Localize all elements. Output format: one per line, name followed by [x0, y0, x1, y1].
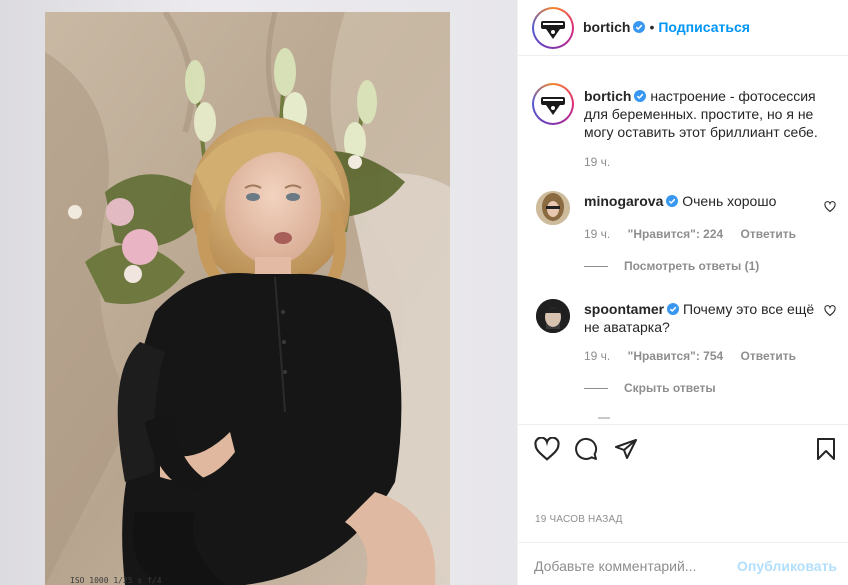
comment-text: Очень хорошо — [682, 193, 777, 209]
comment-input[interactable]: Добавьте комментарий... — [534, 558, 696, 574]
comment-like-heart-icon[interactable] — [824, 305, 836, 317]
header-user-line: bortich • Подписаться — [583, 19, 750, 35]
comment-likes[interactable]: "Нравится": 224 — [628, 227, 724, 241]
post-panel: bortich • Подписаться bortich настроение -… — [517, 0, 848, 585]
comment-likes[interactable]: "Нравится": 754 — [628, 349, 724, 363]
verified-badge-icon — [666, 195, 679, 207]
verified-badge-icon — [633, 21, 646, 33]
caption-meta: 19 ч. — [584, 155, 624, 169]
comment-icon[interactable] — [574, 437, 598, 461]
post-actions — [518, 424, 848, 476]
bookmark-icon[interactable] — [815, 437, 837, 461]
reply-button[interactable]: Ответить — [741, 349, 796, 363]
comment-time[interactable]: 19 ч. — [584, 349, 610, 363]
commenter-username[interactable]: minogarova — [584, 193, 663, 209]
avatar-photo — [536, 191, 570, 225]
comment-text-block: minogarova Очень хорошо — [584, 192, 824, 210]
commenter-avatar[interactable] — [536, 191, 570, 225]
commenter-username[interactable]: spoontamer — [584, 301, 664, 317]
commenter-avatar[interactable] — [536, 299, 570, 333]
comment-item: spoontamer Почему это все ещё не аватарк… — [532, 297, 836, 387]
reply-button[interactable]: Ответить — [741, 227, 796, 241]
add-comment-bar: Добавьте комментарий... Опубликовать — [518, 542, 848, 585]
author-username[interactable]: bortich — [583, 19, 630, 35]
separator-dot: • — [649, 19, 655, 35]
bortich-logo-icon — [541, 21, 565, 39]
verified-badge-icon — [634, 90, 647, 102]
follow-button[interactable]: Подписаться — [658, 19, 750, 35]
hide-replies-label[interactable]: Скрыть ответы — [624, 381, 716, 395]
caption-block: bortich настроение - фотосессия для бере… — [532, 83, 832, 193]
caption-username[interactable]: bortich — [584, 88, 631, 104]
avatar-photo — [536, 299, 570, 333]
post-header: bortich • Подписаться — [518, 0, 848, 56]
caption-text-block: bortich настроение - фотосессия для бере… — [584, 87, 824, 141]
bortich-logo-icon — [541, 97, 565, 115]
author-avatar[interactable] — [532, 7, 574, 49]
comment-time[interactable]: 19 ч. — [584, 227, 610, 241]
paper-plane-icon[interactable] — [614, 437, 638, 461]
replies-line — [584, 387, 608, 389]
comment-meta: 19 ч. "Нравится": 754 Ответить — [584, 349, 810, 363]
heart-icon[interactable] — [534, 437, 560, 461]
comment-like-heart-icon[interactable] — [824, 201, 836, 213]
caption-avatar[interactable] — [532, 83, 574, 125]
post-photo — [45, 12, 450, 585]
verified-badge-icon — [667, 303, 680, 315]
view-replies-label[interactable]: Посмотреть ответы (1) — [624, 259, 759, 273]
caption-time[interactable]: 19 ч. — [584, 155, 610, 169]
reply-thread-stub — [598, 417, 610, 419]
post-media[interactable]: ISO 1000 1/25 s f/4 — [0, 0, 517, 585]
hide-replies-toggle[interactable]: Скрыть ответы — [584, 381, 716, 395]
replies-line — [584, 265, 608, 267]
post-timestamp[interactable]: 19 ЧАСОВ НАЗАД — [535, 514, 623, 525]
camera-info-text: ISO 1000 1/25 s f/4 — [70, 576, 162, 585]
photo-illustration — [45, 12, 450, 585]
view-replies-toggle[interactable]: Посмотреть ответы (1) — [584, 259, 759, 273]
comment-text-block: spoontamer Почему это все ещё не аватарк… — [584, 300, 824, 336]
publish-button[interactable]: Опубликовать — [737, 558, 837, 574]
comment-meta: 19 ч. "Нравится": 224 Ответить — [584, 227, 810, 241]
comments-list[interactable]: bortich настроение - фотосессия для бере… — [518, 57, 848, 423]
